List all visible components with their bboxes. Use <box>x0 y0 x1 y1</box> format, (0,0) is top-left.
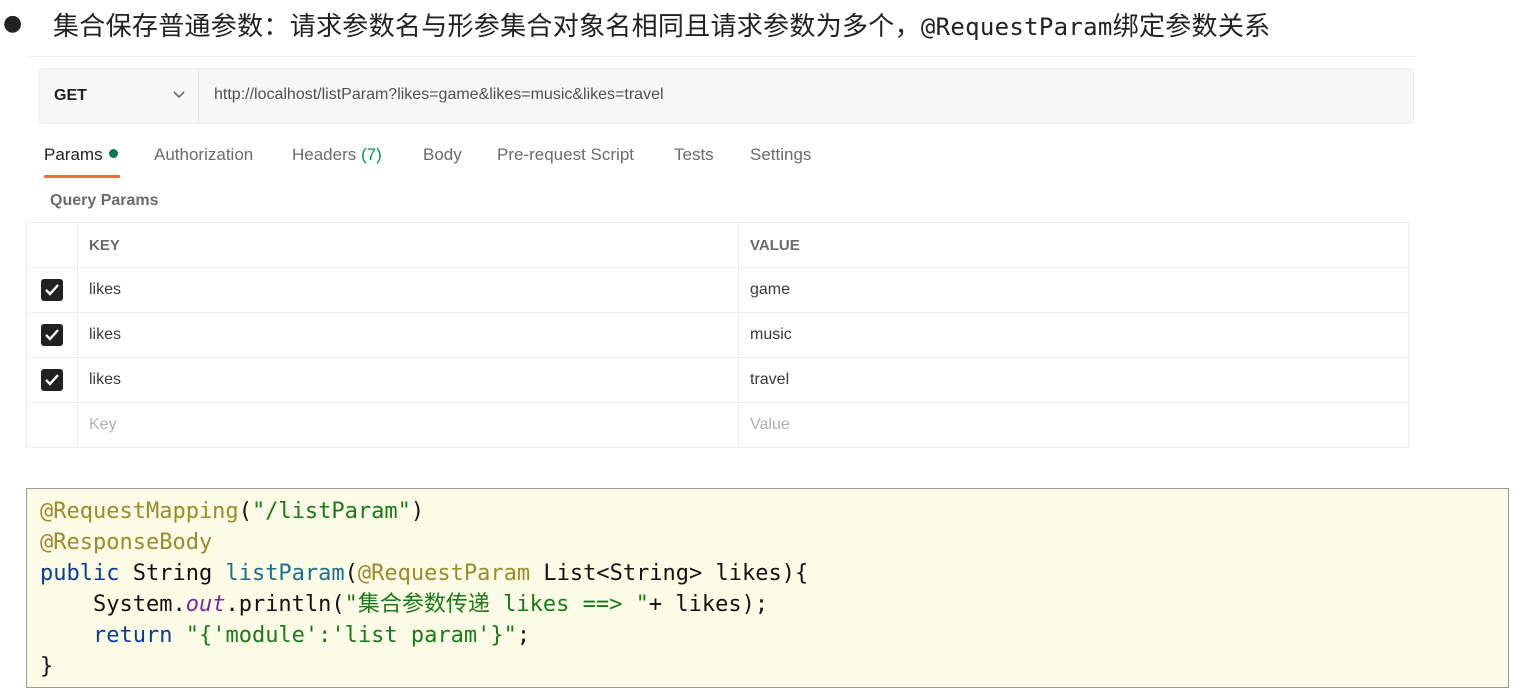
row-checkbox[interactable] <box>41 324 63 346</box>
tab-params[interactable]: Params <box>44 145 118 165</box>
code-annotation: @RequestParam <box>357 561 531 586</box>
code-semicolon: ; <box>516 623 531 648</box>
table-row: likes music <box>26 312 1409 358</box>
code-annotation: @RequestMapping <box>40 499 239 524</box>
query-params-table: KEY VALUE likes game likes music likes t… <box>26 222 1409 448</box>
method-select[interactable]: GET <box>40 69 199 123</box>
code-call: .println( <box>225 592 345 617</box>
row-checkbox-cell <box>26 357 78 403</box>
postman-request-panel: GET http://localhost/listParam?likes=gam… <box>26 56 1416 457</box>
code-line: return "{'module':'list param'}"; <box>40 620 1508 651</box>
code-paren: ( <box>238 499 252 524</box>
table-row: likes travel <box>26 357 1409 403</box>
headline-text-cn: 集合保存普通参数：请求参数名与形参集合对象名相同且请求参数为多个， <box>53 12 921 42</box>
bullet-icon: ● <box>3 11 23 36</box>
param-value-cell[interactable]: travel <box>738 357 1409 403</box>
check-icon <box>45 329 59 341</box>
query-params-label: Query Params <box>50 192 159 209</box>
tab-authorization[interactable]: Authorization <box>154 145 253 165</box>
code-string: "集合参数传递 likes ==> " <box>344 592 649 617</box>
code-keyword: return <box>92 623 173 648</box>
tab-pre-request-script[interactable]: Pre-request Script <box>497 145 634 165</box>
row-checkbox[interactable] <box>41 279 63 301</box>
param-key-cell[interactable]: likes <box>77 267 739 313</box>
headline-text: 集合保存普通参数：请求参数名与形参集合对象名相同且请求参数为多个，@Reques… <box>53 6 1270 43</box>
row-checkbox-cell <box>26 267 78 313</box>
slide-headline: ● 集合保存普通参数：请求参数名与形参集合对象名相同且请求参数为多个，@Requ… <box>0 0 1517 46</box>
code-line: @ResponseBody <box>40 527 1508 558</box>
url-input[interactable]: http://localhost/listParam?likes=game&li… <box>214 86 664 104</box>
params-indicator-dot <box>108 149 118 158</box>
new-key-input[interactable]: Key <box>77 402 739 448</box>
code-method-name: listParam <box>225 561 345 586</box>
param-key-cell[interactable]: likes <box>77 357 739 403</box>
row-checkbox-cell <box>26 312 78 358</box>
tab-params-label: Params <box>44 145 103 164</box>
tab-body[interactable]: Body <box>423 145 462 165</box>
code-string: "{'module':'list param'}" <box>185 623 517 648</box>
table-row: Key Value <box>26 402 1409 448</box>
value-column-header: VALUE <box>738 222 1409 268</box>
code-paren: ( <box>344 561 358 586</box>
tab-headers[interactable]: Headers (7) <box>292 145 382 165</box>
code-class: System. <box>92 592 186 617</box>
empty-checkbox-cell <box>26 402 78 448</box>
code-annotation: @ResponseBody <box>40 530 213 555</box>
code-snippet: @RequestMapping("/listParam") @ResponseB… <box>26 488 1509 688</box>
new-value-input[interactable]: Value <box>738 402 1409 448</box>
tab-tests[interactable]: Tests <box>674 145 714 165</box>
code-string: "/listParam" <box>251 499 411 524</box>
code-brace: } <box>40 654 54 679</box>
code-line: public String listParam(@RequestParam Li… <box>40 558 1508 589</box>
active-tab-underline <box>44 175 120 178</box>
checkbox-column-header <box>26 222 78 268</box>
code-line: @RequestMapping("/listParam") <box>40 496 1508 527</box>
code-line: System.out.println("集合参数传递 likes ==> "+ … <box>40 589 1508 620</box>
headers-count: (7) <box>361 145 382 164</box>
headline-text-mono: @RequestParam <box>920 13 1113 41</box>
code-params: List<String> likes){ <box>530 561 809 586</box>
check-icon <box>45 284 59 296</box>
code-type: String <box>119 561 226 586</box>
code-rest: + likes); <box>648 592 769 617</box>
param-key-cell[interactable]: likes <box>77 312 739 358</box>
tab-headers-label: Headers <box>292 145 357 164</box>
table-header-row: KEY VALUE <box>26 222 1409 268</box>
table-row: likes game <box>26 267 1409 313</box>
request-bar: GET http://localhost/listParam?likes=gam… <box>39 68 1414 124</box>
code-line: } <box>40 651 1508 682</box>
tab-settings[interactable]: Settings <box>750 145 811 165</box>
code-paren: ) <box>410 499 425 524</box>
method-label: GET <box>54 87 87 104</box>
param-value-cell[interactable]: game <box>738 267 1409 313</box>
code-field: out <box>185 592 226 617</box>
key-column-header: KEY <box>77 222 739 268</box>
chevron-down-icon <box>173 91 185 99</box>
check-icon <box>45 374 59 386</box>
row-checkbox[interactable] <box>41 369 63 391</box>
param-value-cell[interactable]: music <box>738 312 1409 358</box>
code-keyword: public <box>40 561 120 586</box>
headline-text-tail: 绑定参数关系 <box>1112 12 1271 42</box>
